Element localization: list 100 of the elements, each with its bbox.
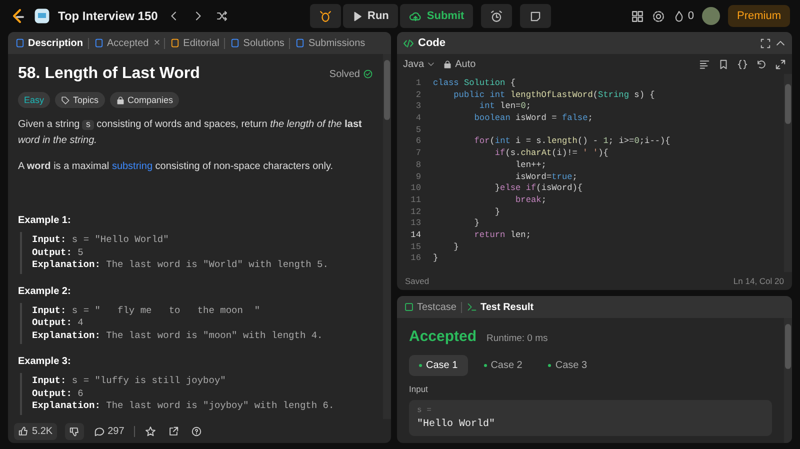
line-number: 4 [414, 113, 422, 125]
problem-title: 58. Length of Last Word [18, 65, 200, 83]
code-line: int len=0; [478, 101, 532, 114]
solved-status: Solved [329, 68, 373, 80]
close-tab-button[interactable]: × [154, 35, 160, 51]
example-line: Explanation: The last word is "joyboy" with length 6. [32, 400, 336, 412]
comment-icon [94, 426, 105, 436]
favorite-button[interactable] [143, 424, 158, 438]
code-line: } [494, 206, 500, 218]
example-line: Output: 6 [32, 388, 84, 400]
line-number: 2 [414, 90, 422, 102]
example-line: Output: 4 [32, 317, 84, 330]
line-number: 11 [410, 194, 422, 207]
cloud-upload-icon [408, 10, 422, 22]
play-icon [352, 10, 362, 22]
problem-list-title[interactable]: Top Interview 150 [58, 9, 158, 23]
notes-button[interactable] [520, 4, 552, 28]
language-dropdown[interactable]: Java [403, 58, 436, 70]
difficulty-tag: Easy [18, 92, 50, 108]
terminal-icon [467, 302, 478, 312]
tab-icon [295, 38, 306, 48]
code-icon [403, 38, 414, 48]
line-number: 8 [414, 160, 422, 172]
word-definition: A word is a maximal substring consisting of non-space characters only. [18, 160, 334, 174]
avatar[interactable] [702, 7, 720, 25]
code-line: } [433, 253, 438, 265]
panel-tab[interactable]: Editorial [169, 36, 220, 50]
reset-icon[interactable] [756, 58, 767, 70]
panel-tab[interactable]: Solutions [229, 36, 286, 50]
line-number: 14 [410, 230, 422, 242]
tab-icon [15, 38, 25, 48]
bookmark-icon[interactable] [718, 58, 729, 70]
line-number: 3 [414, 101, 422, 114]
help-icon [191, 426, 202, 436]
premium-button[interactable]: Premium [728, 5, 790, 27]
mode-toggle[interactable]: Auto [443, 58, 476, 70]
expand-icon[interactable] [775, 58, 786, 70]
tag-chip[interactable]: Topics [55, 92, 105, 108]
line-number: 15 [410, 242, 422, 254]
line-number: 10 [410, 183, 422, 195]
code-line: } [452, 242, 459, 254]
thumbs-down-icon [68, 426, 80, 436]
comments-button[interactable]: 297 [92, 424, 126, 438]
shuffle-icon [216, 10, 228, 22]
thumbs-up-icon [18, 426, 29, 436]
code-line: for(int i = s.length() - 1; i>=0;i--){ [473, 136, 670, 148]
scrollbar[interactable] [784, 318, 792, 443]
submit-button[interactable]: Submit [400, 4, 474, 28]
code-line: isWord=true; [514, 172, 578, 184]
example-title: Example 3: [18, 356, 72, 367]
streak-counter[interactable]: 0 [672, 10, 694, 22]
lock-icon [443, 60, 452, 68]
case-tab[interactable]: Case 1 [409, 355, 468, 376]
alarm-clock-icon [490, 10, 504, 22]
substring-link[interactable]: substring [112, 161, 153, 172]
scrollbar[interactable] [784, 74, 792, 272]
dislike-button[interactable] [64, 422, 84, 440]
example-line: Input: s = " fly me to the moon " [32, 304, 262, 317]
verdict: Accepted [409, 328, 477, 345]
variable-name: s = [417, 406, 432, 415]
run-button[interactable]: Run [342, 4, 398, 28]
code-line: break; [514, 194, 546, 207]
timer-button[interactable] [481, 4, 512, 28]
problem-description: Given a string s consisting of words and spaces, return the length of the last word in the string. [18, 118, 363, 148]
code-line: boolean isWord = false; [473, 113, 593, 125]
case-tab[interactable]: Case 2 [474, 355, 532, 376]
panel-tab[interactable]: Description [14, 36, 84, 50]
tab-icon [230, 38, 240, 48]
list-icon[interactable] [34, 8, 50, 24]
like-button[interactable]: 5.2K [14, 422, 57, 440]
external-link-icon [168, 426, 180, 436]
save-status: Saved [405, 276, 430, 286]
panel-tab[interactable]: Test Result [466, 300, 535, 314]
lock-icon [116, 96, 125, 104]
example-line: Explanation: The last word is "moon" with length 4. [32, 330, 324, 342]
braces-icon[interactable] [737, 58, 748, 70]
example-title: Example 2: [18, 286, 72, 296]
example-line: Input: s = "Hello World" [32, 234, 170, 246]
debug-button[interactable] [310, 4, 340, 28]
format-icon[interactable] [699, 58, 710, 70]
input-value: "Hello World" [417, 419, 496, 430]
case-tab[interactable]: Case 3 [538, 355, 598, 376]
grid-icon[interactable] [630, 10, 644, 22]
panel-title: Code [418, 37, 446, 49]
code-line: class Solution { [433, 78, 516, 90]
example-title: Example 1: [18, 215, 72, 226]
panel-tab[interactable]: Accepted [93, 36, 150, 50]
maximize-icon[interactable] [760, 38, 771, 48]
runtime: Runtime: 0 ms [486, 333, 548, 344]
scrollbar[interactable] [383, 54, 391, 419]
note-icon [529, 10, 542, 22]
settings-icon[interactable] [652, 10, 665, 22]
panel-tab[interactable]: Submissions [294, 36, 366, 50]
panel-tab[interactable]: Testcase [403, 300, 458, 314]
line-number: 13 [410, 218, 422, 230]
tag-chip[interactable]: Companies [110, 92, 180, 108]
input-label: Input [409, 384, 429, 394]
line-number: 12 [410, 206, 422, 218]
line-number: 5 [414, 124, 422, 136]
line-number: 16 [410, 253, 422, 265]
